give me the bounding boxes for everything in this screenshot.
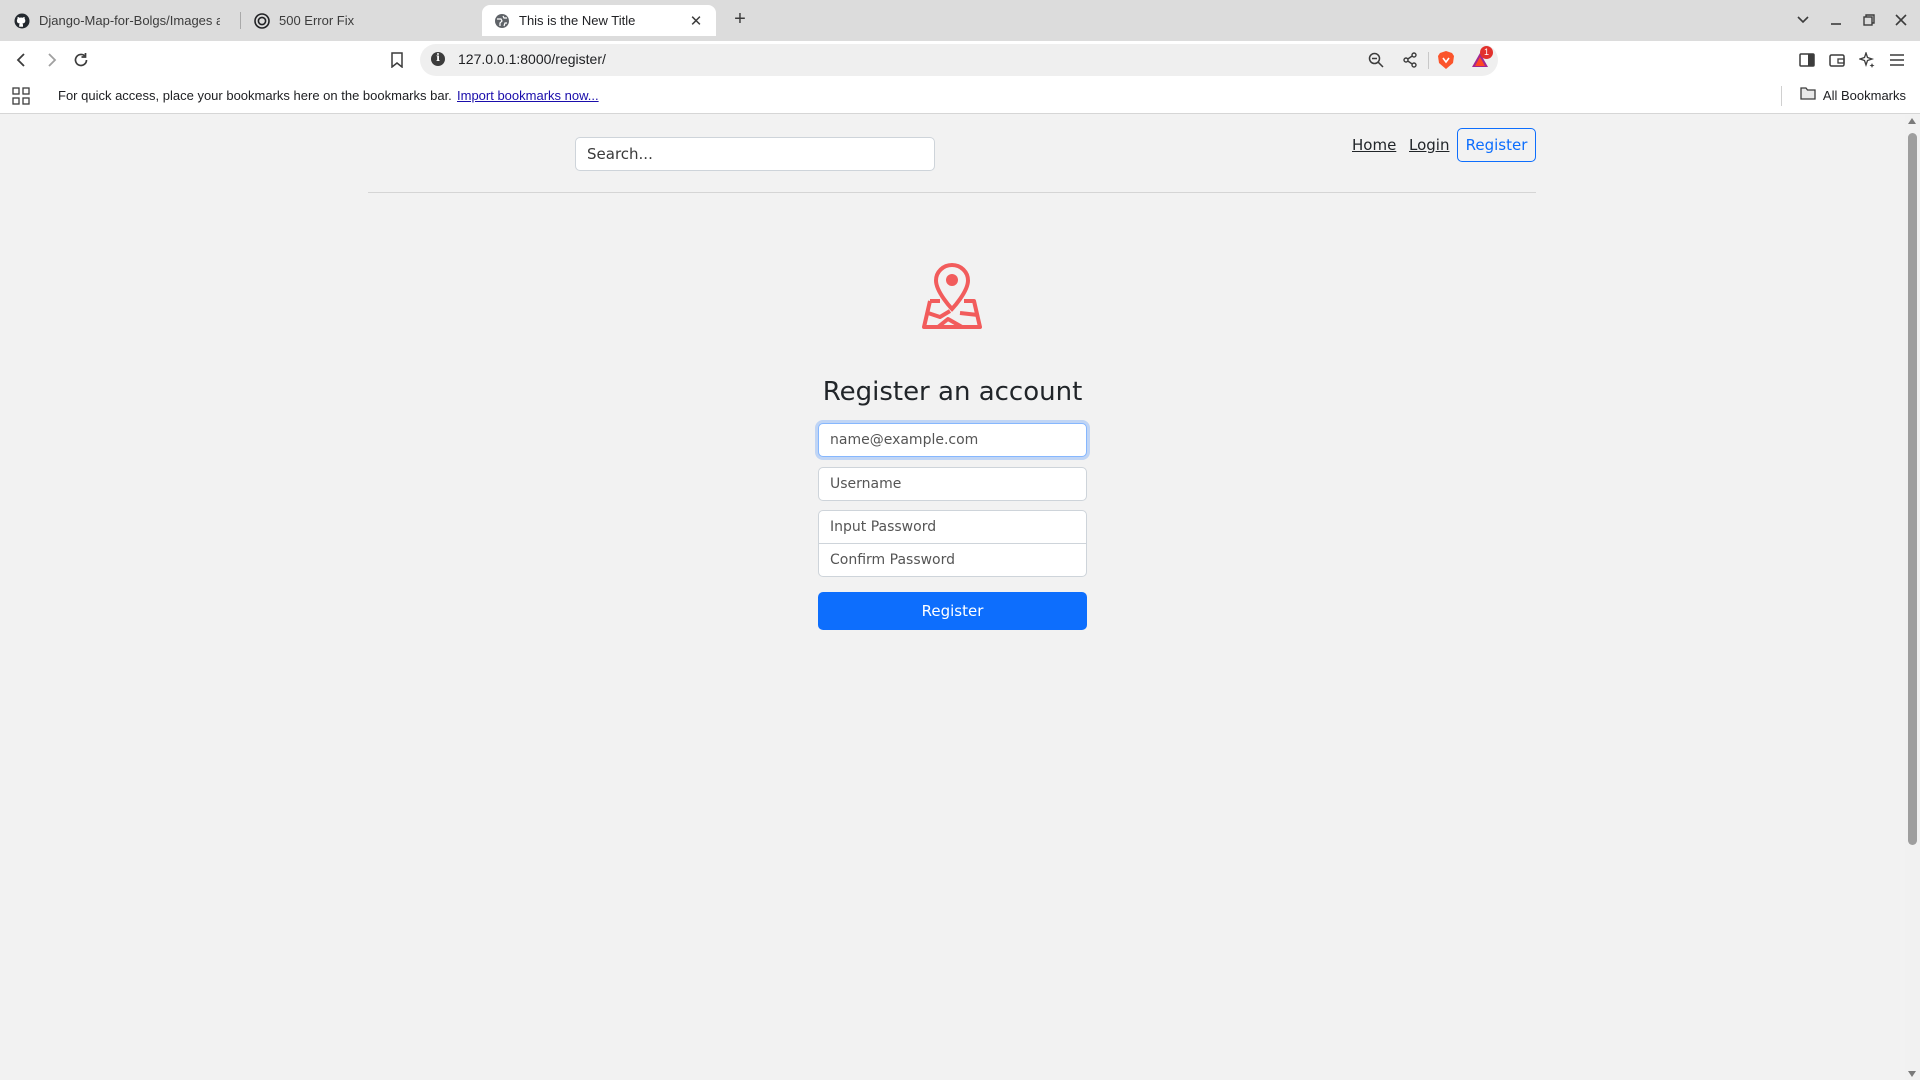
close-window-icon[interactable]	[1889, 8, 1913, 32]
new-tab-button[interactable]: +	[728, 8, 752, 32]
nav-home-link[interactable]: Home	[1352, 136, 1396, 154]
bookmarks-hint: For quick access, place your bookmarks h…	[58, 88, 452, 103]
wallet-icon[interactable]	[1824, 47, 1850, 73]
omnibox-divider	[1428, 52, 1429, 69]
tab-title: Django-Map-for-Bolgs/Images a	[39, 13, 220, 28]
scroll-down-icon[interactable]	[1908, 1071, 1916, 1077]
address-bar[interactable]: i 127.0.0.1:8000/register/ 1	[420, 44, 1498, 76]
header-divider	[368, 192, 1536, 193]
page-title: Register an account	[822, 377, 1083, 407]
register-submit-button[interactable]: Register	[818, 592, 1087, 630]
tab-github[interactable]: Django-Map-for-Bolgs/Images a	[2, 5, 232, 36]
back-icon[interactable]	[9, 47, 35, 73]
tab-500-error-fix[interactable]: 500 Error Fix	[242, 5, 472, 36]
nav-login-link[interactable]: Login	[1409, 136, 1449, 154]
scroll-up-icon[interactable]	[1908, 118, 1916, 124]
zoom-out-icon[interactable]	[1365, 49, 1387, 71]
tab-strip: Django-Map-for-Bolgs/Images a 500 Error …	[0, 0, 1920, 41]
bookmark-icon[interactable]	[384, 47, 410, 73]
import-bookmarks-link[interactable]: Import bookmarks now...	[457, 88, 599, 103]
globe-icon	[494, 13, 510, 29]
tab-divider	[240, 12, 241, 29]
share-icon[interactable]	[1399, 49, 1421, 71]
menu-icon[interactable]	[1884, 47, 1910, 73]
openai-icon	[254, 12, 270, 29]
bookmarks-bar: For quick access, place your bookmarks h…	[0, 78, 1920, 114]
tab-search-chevron-icon[interactable]	[1791, 8, 1815, 32]
nav-register-button[interactable]: Register	[1457, 128, 1536, 162]
leo-ai-icon[interactable]	[1854, 47, 1880, 73]
github-icon	[14, 13, 30, 29]
bookmarks-divider	[1781, 86, 1782, 106]
sidebar-icon[interactable]	[1794, 47, 1820, 73]
restore-icon[interactable]	[1857, 8, 1881, 32]
confirm-password-field[interactable]	[818, 543, 1087, 577]
scrollbar-thumb[interactable]	[1908, 133, 1917, 845]
map-pin-logo-icon	[920, 262, 984, 331]
url-text: 127.0.0.1:8000/register/	[458, 51, 606, 67]
page-viewport: Home Login Register Register an account …	[0, 115, 1905, 1080]
close-tab-icon[interactable]: ✕	[688, 12, 704, 30]
browser-toolbar: i 127.0.0.1:8000/register/ 1	[0, 41, 1920, 78]
username-field[interactable]	[818, 467, 1087, 501]
minimize-icon[interactable]	[1824, 8, 1848, 32]
all-bookmarks-button[interactable]: All Bookmarks	[1800, 87, 1906, 103]
apps-grid-icon[interactable]	[12, 87, 30, 105]
tab-title: This is the New Title	[519, 13, 636, 28]
email-field[interactable]	[818, 423, 1087, 457]
password-field[interactable]	[818, 510, 1087, 544]
forward-icon[interactable]	[38, 47, 64, 73]
site-info-icon[interactable]: i	[431, 52, 445, 66]
reload-icon[interactable]	[68, 47, 94, 73]
all-bookmarks-label: All Bookmarks	[1822, 87, 1906, 103]
tab-active[interactable]: This is the New Title ✕	[482, 5, 716, 36]
search-input[interactable]	[575, 137, 935, 171]
page-scrollbar[interactable]	[1905, 115, 1920, 1080]
rewards-badge: 1	[1480, 46, 1493, 59]
brave-shields-icon[interactable]	[1435, 49, 1457, 71]
folder-icon	[1800, 87, 1816, 103]
tab-title: 500 Error Fix	[279, 13, 355, 28]
